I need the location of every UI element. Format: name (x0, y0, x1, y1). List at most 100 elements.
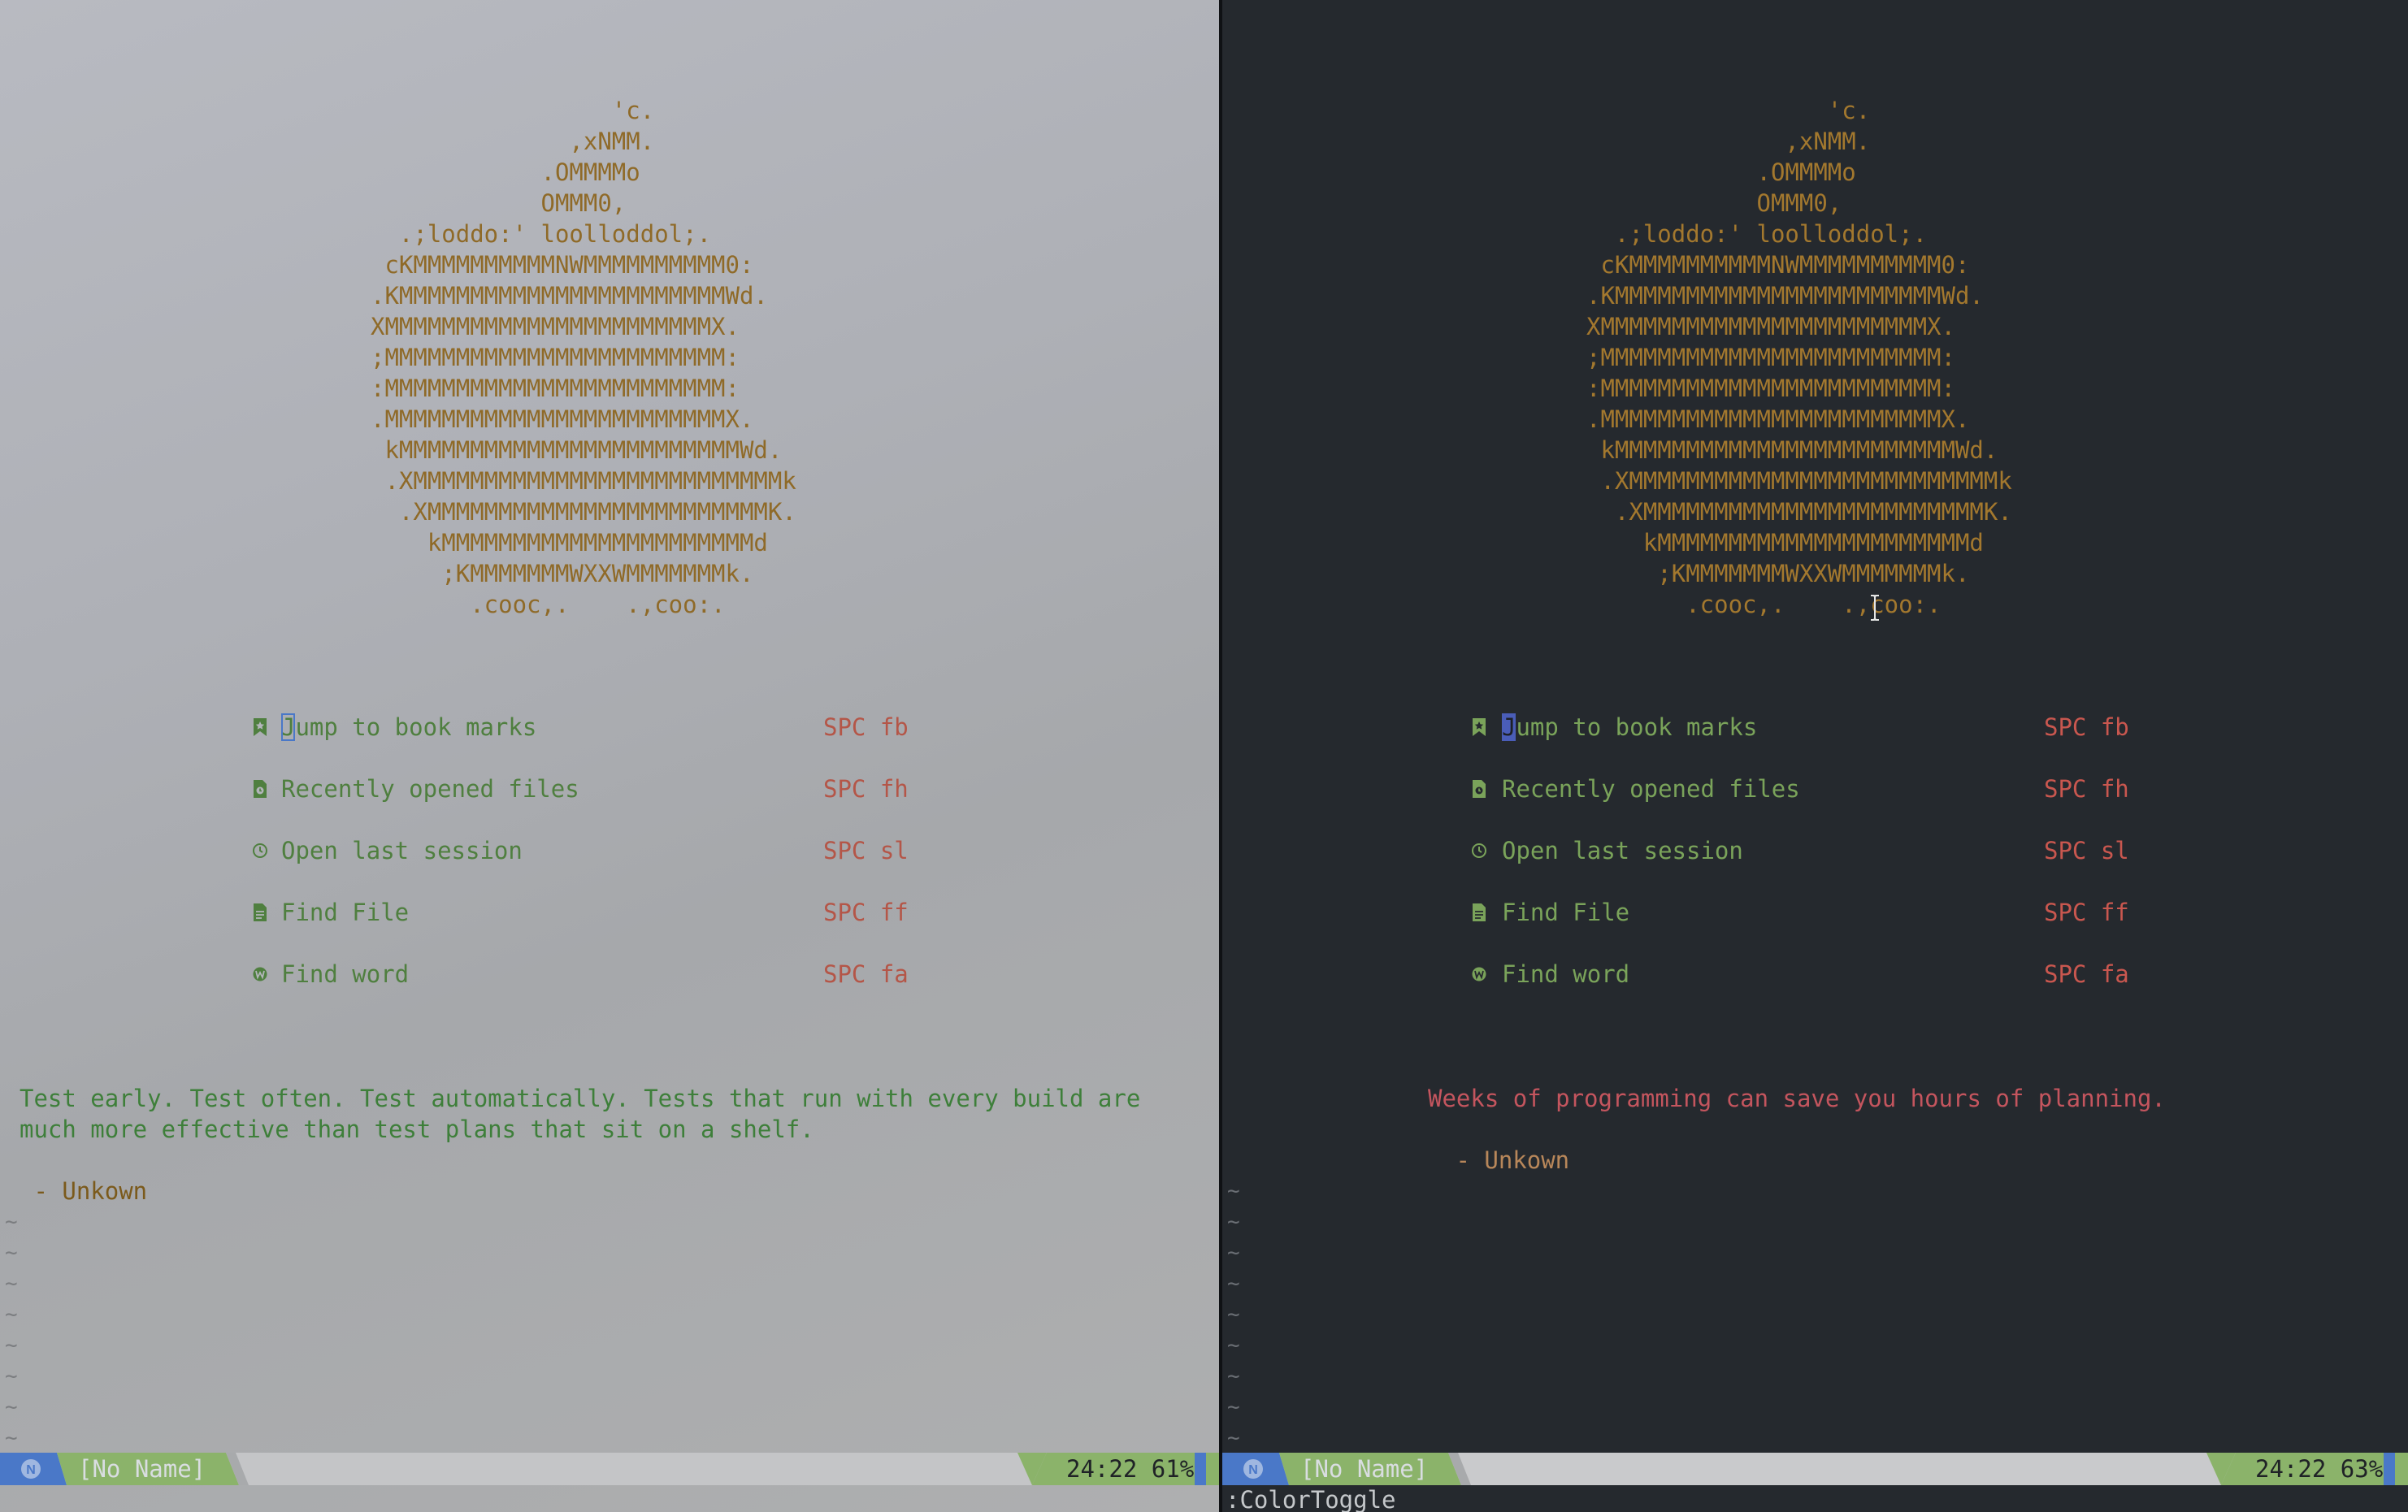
editor-pane-right[interactable]: 'c. ,xNMM. .OMMMMo OMMM0, .;loddo:' lool… (1222, 0, 2408, 1512)
line-col: 24:22 (1066, 1455, 1138, 1483)
empty-line-marker: ~ (1227, 1302, 1240, 1327)
empty-line-marker: ~ (5, 1302, 18, 1327)
menu-item-shortcut: SPC ff (2044, 899, 2129, 926)
logo-line: .cooc,. .,coo:. (371, 591, 726, 618)
menu-item-shortcut: SPC fb (823, 713, 909, 741)
menu-item-shortcut: SPC fh (823, 775, 909, 803)
menu-item-label: Recently opened files (281, 773, 579, 804)
logo-line: OMMM0, (1586, 189, 1842, 217)
recent-files-icon (1471, 779, 1487, 799)
logo-line: 'c. (1586, 97, 1871, 124)
quote-author: - Unkown (1442, 1146, 1570, 1174)
logo-line: ;KMMMMMMMWXXWMMMMMMMk. (371, 560, 754, 587)
buffer-name: [No Name] (78, 1455, 206, 1483)
label-initial: R (281, 775, 296, 803)
logo-line: 'c. (371, 97, 655, 124)
menu-item-shortcut: SPC fa (2044, 960, 2129, 988)
label-rest: ind word (1516, 960, 1630, 988)
cursor-position: 24:22 63% (2255, 1453, 2383, 1485)
label-initial: F (1502, 899, 1516, 926)
scroll-percent: 61% (1151, 1455, 1195, 1483)
label-rest: ump to book marks (295, 713, 537, 741)
menu-item-shortcut: SPC sl (2044, 837, 2129, 864)
word-icon (1471, 964, 1487, 984)
menu-item-label: Open last session (281, 835, 523, 866)
menu-item-shortcut: SPC fh (2044, 775, 2129, 803)
empty-line-marker: ~ (5, 1364, 18, 1389)
logo-line: .XMMMMMMMMMMMMMMMMMMMMMMMMMMk (1586, 467, 2012, 495)
logo-line: kMMMMMMMMMMMMMMMMMMMMMMMMWd. (371, 436, 783, 464)
logo-line: cKMMMMMMMMMMNWMMMMMMMMMM0: (1586, 251, 1970, 279)
session-icon (1471, 841, 1487, 860)
quote-text: Weeks of programming can save you hours … (1428, 1085, 2166, 1112)
label-initial: R (1502, 775, 1516, 803)
cursor-char: J (281, 713, 296, 741)
text-cursor-icon (1868, 594, 1881, 625)
empty-line-marker: ~ (5, 1395, 18, 1419)
menu-item-label: Find word (1502, 959, 1629, 990)
word-icon (252, 964, 268, 984)
status-line: N [No Name] 24:22 63% (1222, 1453, 2408, 1485)
menu-item-label: Find word (281, 959, 409, 990)
label-rest: pen last session (295, 837, 523, 864)
label-initial: F (281, 960, 296, 988)
logo-line: :MMMMMMMMMMMMMMMMMMMMMMMM: (1586, 375, 1955, 402)
empty-line-marker: ~ (1227, 1272, 1240, 1296)
empty-line-marker: ~ (5, 1241, 18, 1265)
line-col: 24:22 (2255, 1455, 2327, 1483)
label-initial: F (281, 899, 296, 926)
logo-line: ;KMMMMMMMWXXWMMMMMMMk. (1586, 560, 1970, 587)
logo-line: .MMMMMMMMMMMMMMMMMMMMMMMMX. (1586, 405, 1970, 433)
menu-item-label: Recently opened files (1502, 773, 1800, 804)
menu-item-label: Find File (281, 897, 409, 928)
label-initial: O (1502, 837, 1516, 864)
quote-author: - Unkown (20, 1177, 148, 1205)
empty-line-marker: ~ (1227, 1364, 1240, 1389)
command-line[interactable]: :ColorToggle (1226, 1485, 1396, 1512)
logo-line: .KMMMMMMMMMMMMMMMMMMMMMMMWd. (1586, 282, 1984, 310)
session-icon (252, 841, 268, 860)
logo-line: XMMMMMMMMMMMMMMMMMMMMMMMX. (1586, 313, 1955, 340)
empty-line-marker: ~ (1227, 1210, 1240, 1234)
menu-item-label: Open last session (1502, 835, 1743, 866)
svg-text:N: N (26, 1463, 36, 1477)
cursor-position: 24:22 61% (1066, 1453, 1194, 1485)
label-initial: O (281, 837, 296, 864)
empty-line-marker: ~ (1227, 1395, 1240, 1419)
logo-line: .;loddo:' loolloddol;. (371, 220, 712, 248)
logo-line: XMMMMMMMMMMMMMMMMMMMMMMMX. (371, 313, 740, 340)
empty-line-marker: ~ (5, 1333, 18, 1358)
logo-line: kMMMMMMMMMMMMMMMMMMMMMMMMWd. (1586, 436, 1998, 464)
empty-line-marker: ~ (5, 1272, 18, 1296)
bookmark-icon (252, 717, 268, 737)
logo-line: ;MMMMMMMMMMMMMMMMMMMMMMMM: (1586, 344, 1955, 371)
logo-line: ;MMMMMMMMMMMMMMMMMMMMMMMM: (371, 344, 740, 371)
editor-pane-left[interactable]: 'c. ,xNMM. .OMMMMo OMMM0, .;loddo:' lool… (0, 0, 1219, 1512)
label-rest: ecently opened files (295, 775, 579, 803)
label-initial: F (1502, 960, 1516, 988)
logo-line: .KMMMMMMMMMMMMMMMMMMMMMMMWd. (371, 282, 768, 310)
logo-line: :MMMMMMMMMMMMMMMMMMMMMMMM: (371, 375, 740, 402)
menu-item-shortcut: SPC fb (2044, 713, 2129, 741)
empty-line-marker: ~ (1227, 1241, 1240, 1265)
logo-line: .MMMMMMMMMMMMMMMMMMMMMMMMX. (371, 405, 754, 433)
file-icon (1471, 903, 1487, 922)
logo-line: kMMMMMMMMMMMMMMMMMMMMMMd (1586, 529, 1984, 557)
menu-item-label: Jump to book marks (281, 712, 536, 743)
cursor-char: J (1502, 713, 1516, 741)
empty-line-marker: ~ (5, 1210, 18, 1234)
scroll-percent: 63% (2340, 1455, 2384, 1483)
recent-files-icon (252, 779, 268, 799)
empty-line-marker: ~ (5, 1426, 18, 1450)
buffer-name: [No Name] (1300, 1455, 1429, 1483)
bookmark-icon (1471, 717, 1487, 737)
mode-indicator: N (1242, 1453, 1268, 1485)
logo-line: .OMMMMo (371, 158, 640, 186)
label-rest: ecently opened files (1516, 775, 1800, 803)
label-rest: ind File (1516, 899, 1630, 926)
logo-line: kMMMMMMMMMMMMMMMMMMMMMMd (371, 529, 768, 557)
command-line-area (0, 1485, 1219, 1512)
label-rest: pen last session (1516, 837, 1743, 864)
menu-item-shortcut: SPC sl (823, 837, 909, 864)
logo-line: cKMMMMMMMMMMNWMMMMMMMMMM0: (371, 251, 754, 279)
